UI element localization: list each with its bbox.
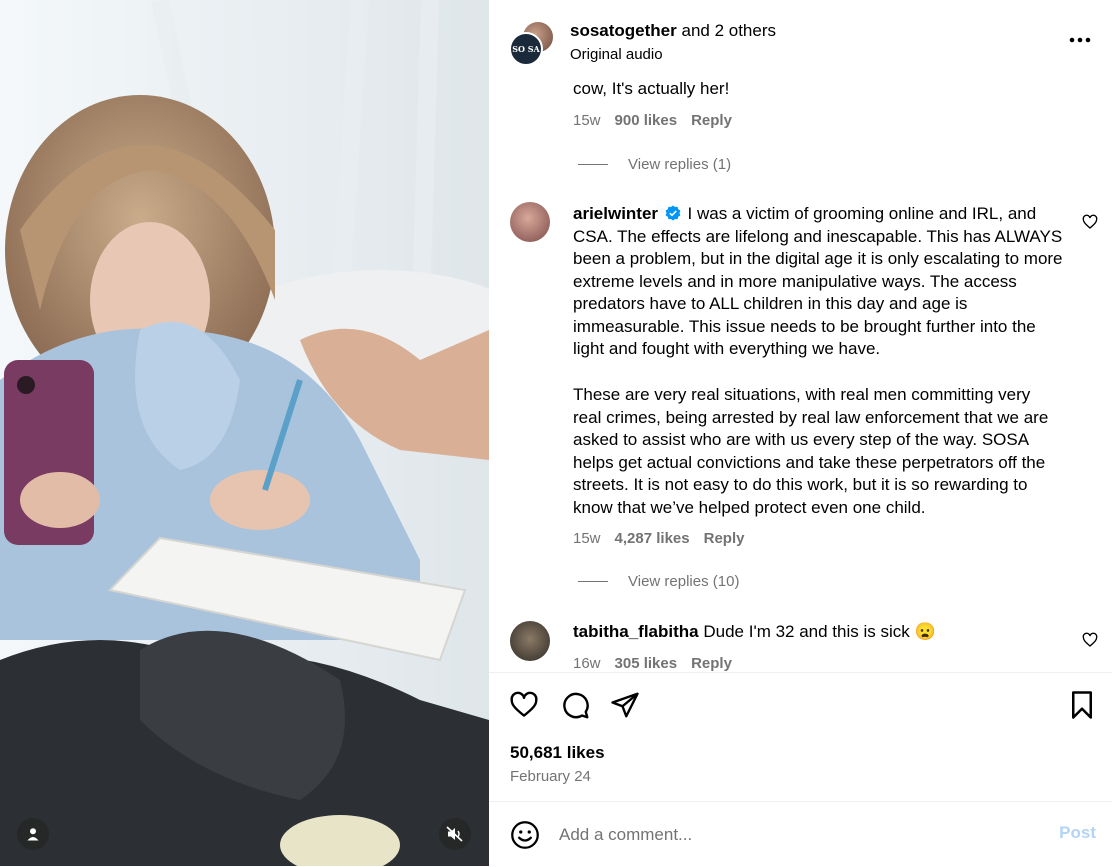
post-date[interactable]: February 24 [510, 768, 591, 785]
bookmark-icon [1072, 691, 1092, 719]
share-button[interactable] [610, 690, 640, 720]
comments-list[interactable]: cow, It's actually her! 15w 900 likes Re… [489, 78, 1112, 672]
comment-age[interactable]: 15w [573, 530, 601, 547]
comment-text: cow, It's actually her! [573, 79, 730, 98]
post-details-panel: SO SA sosatogether and 2 others Original… [489, 0, 1112, 866]
save-button[interactable] [1067, 690, 1097, 720]
view-replies-label: View replies (1) [628, 156, 732, 173]
view-replies-label: View replies (10) [628, 573, 740, 590]
other-authors[interactable]: and 2 others [681, 21, 776, 40]
comment-likes[interactable]: 900 likes [615, 112, 678, 129]
author-avatars[interactable]: SO SA [509, 20, 555, 66]
comment-text: Dude I'm 32 and this is sick 😦 [703, 622, 936, 641]
comment-meta: 15w 900 likes Reply [573, 112, 732, 129]
likes-count[interactable]: 50,681 likes [510, 743, 605, 763]
add-comment-bar: Post [489, 801, 1112, 867]
comment-like-heart-icon[interactable] [1082, 214, 1098, 230]
like-button[interactable] [509, 690, 539, 720]
comment-meta: 16w 305 likes Reply [573, 655, 732, 672]
comment-username[interactable]: arielwinter [573, 204, 658, 223]
divider [578, 581, 608, 582]
video-frame [0, 0, 489, 866]
author-username[interactable]: sosatogether [570, 21, 677, 40]
divider [578, 164, 608, 165]
post-header: SO SA sosatogether and 2 others Original… [489, 0, 1112, 78]
view-replies-button[interactable]: View replies (10) [578, 573, 739, 590]
reply-button[interactable]: Reply [691, 655, 732, 672]
comment-body: tabitha_flabitha Dude I'm 32 and this is… [573, 621, 1063, 644]
muted-speaker-icon [446, 826, 463, 842]
comment-likes[interactable]: 4,287 likes [615, 530, 690, 547]
comment-icon [563, 692, 589, 719]
post-comment-button[interactable]: Post [1059, 823, 1096, 843]
mute-toggle-button[interactable] [439, 818, 471, 850]
post-media-video[interactable] [0, 0, 489, 866]
post-actions: 50,681 likes February 24 [489, 672, 1112, 801]
comment-body: arielwinter I was a victim of grooming o… [573, 203, 1063, 361]
comment-age[interactable]: 16w [573, 655, 601, 672]
comment-input[interactable] [559, 822, 1019, 848]
comment-meta: 15w 4,287 likes Reply [573, 530, 744, 547]
avatar[interactable]: SO SA [509, 32, 543, 66]
comment-age[interactable]: 15w [573, 112, 601, 129]
verified-badge-icon [665, 205, 681, 221]
emoji-icon[interactable] [510, 820, 540, 850]
view-replies-button[interactable]: View replies (1) [578, 156, 731, 173]
user-tag-button[interactable] [17, 818, 49, 850]
more-horizontal-icon [1069, 37, 1091, 43]
comment-text: I was a victim of grooming online and IR… [573, 204, 1063, 358]
user-tag-icon [27, 828, 39, 841]
audio-label[interactable]: Original audio [570, 46, 663, 63]
comment-likes[interactable]: 305 likes [615, 655, 678, 672]
avatar[interactable] [510, 202, 550, 242]
comment-text: These are very real situations, with rea… [573, 385, 1049, 517]
more-options-button[interactable] [1068, 30, 1092, 50]
post-authors: sosatogether and 2 others [570, 21, 776, 41]
heart-icon [510, 691, 538, 717]
reply-button[interactable]: Reply [704, 530, 745, 547]
avatar[interactable] [510, 621, 550, 661]
comment-button[interactable] [560, 690, 590, 720]
comment-like-heart-icon[interactable] [1082, 632, 1098, 648]
reply-button[interactable]: Reply [691, 112, 732, 129]
share-icon [611, 692, 639, 718]
comment-username[interactable]: tabitha_flabitha [573, 622, 699, 641]
